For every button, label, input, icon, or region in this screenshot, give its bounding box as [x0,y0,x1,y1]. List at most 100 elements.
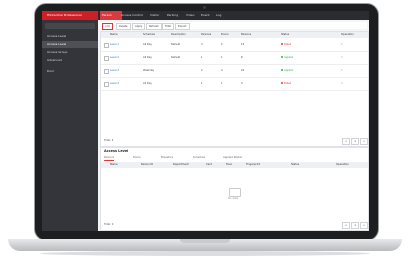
detail-col-status[interactable]: Status [291,162,299,168]
table-page-buttons: <1 > [341,138,369,145]
row-operation-edit-icon[interactable]: ✎ [341,56,343,59]
row-description: Default [171,43,181,46]
row-status: Applied [284,56,294,59]
row-devices: 3 [201,43,203,46]
status-dot-icon [281,43,283,45]
detail-col-fingerprint[interactable]: Fingerprint [246,162,260,168]
app-brand[interactable]: HikCentral Professional [42,11,98,20]
col-devices[interactable]: Devices [201,32,211,38]
refresh-button[interactable]: Refresh [146,23,162,30]
tab-person[interactable]: Person [100,11,122,20]
subtab-elevators[interactable]: Elevators [161,155,173,160]
pager-prev-button[interactable]: < [342,138,351,145]
filter-button[interactable]: Filter [162,23,175,30]
detail-col-person-id[interactable]: Person ID [141,162,153,168]
table-pager: Total: 4 [104,138,113,143]
subtab-doors[interactable]: Doors [133,155,141,160]
row-operation-edit-icon[interactable]: ✎ [341,82,343,85]
tab-access-control[interactable]: Access Control [121,11,147,20]
detail-pager-total: Total: 0 [104,223,114,226]
row-doors: 1 [221,56,223,59]
row-name[interactable]: Level 3 [110,69,119,72]
sidebar-item-access-level[interactable]: Access Level [42,33,98,40]
detail-pager: Total: 0 [104,222,113,227]
row-checkbox[interactable] [104,43,109,48]
row-doors: 4 [221,69,223,72]
row-operation-edit-icon[interactable]: ✎ [341,69,343,72]
sidebar-search-input[interactable] [45,23,95,29]
row-devices: 1 [201,82,203,85]
table-row[interactable]: Level 1 All Day Default 3 2 15 Failed ✎ [101,39,368,52]
sidebar-item-door[interactable]: Door [42,68,98,75]
row-schedule: All Day [143,82,152,85]
laptop-notch [180,239,230,243]
status-dot-icon [281,82,283,84]
app-screen: HikCentral Professional Person Access Co… [42,11,369,231]
tab-event[interactable]: Event [201,11,213,20]
row-schedule: Weekday [143,69,155,72]
col-persons[interactable]: Persons [241,32,251,38]
webcam-icon [203,6,206,9]
row-operation-edit-icon[interactable]: ✎ [341,43,343,46]
detail-pager-next-button[interactable]: > [359,222,369,229]
tab-video[interactable]: Video [186,11,198,20]
sidebar-item-advanced[interactable]: Advanced [42,57,98,64]
row-doors: 2 [221,43,223,46]
row-persons: 15 [241,43,245,46]
pager-total: Total: 4 [104,139,114,142]
table-header: Name Schedule Description Devices Doors … [101,32,368,38]
table-row[interactable]: Level 2 All Day Default 1 1 8 Applied ✎ [101,52,368,65]
col-name[interactable]: Name [110,32,118,38]
empty-text: No data. [228,197,240,200]
tab-parking[interactable]: Parking [167,11,183,20]
subtab-schedule[interactable]: Schedule [193,155,205,160]
status-badge: Failed [281,82,291,85]
status-badge: Failed [281,43,291,46]
pager-next-button[interactable]: > [359,138,369,145]
add-button[interactable]: Add [102,23,114,30]
row-status: Failed [284,82,292,85]
sidebar-item-access-group[interactable]: Access Group [42,49,98,56]
row-devices: 1 [201,56,203,59]
row-checkbox[interactable] [104,82,109,87]
row-name[interactable]: Level 4 [110,82,119,85]
sidebar: Access Level Access Level Access Group A… [42,20,98,231]
detail-col-operation[interactable]: Operation [336,162,349,168]
row-description: Default [171,56,181,59]
row-checkbox[interactable] [104,56,109,61]
table-row[interactable]: Level 3 Weekday 2 4 22 Applied ✎ [101,65,368,78]
row-name[interactable]: Level 2 [110,56,119,59]
detail-col-card[interactable]: Card [206,162,212,168]
subtab-applied-status[interactable]: Applied Status [223,155,242,160]
col-operation[interactable]: Operation [341,32,354,38]
row-devices: 2 [201,69,203,72]
detail-panel: Access Level Persons Doors Elevators Sch… [100,147,369,231]
col-description[interactable]: Description [171,32,186,38]
subtab-persons[interactable]: Persons [104,155,115,161]
export-button[interactable]: Export [175,23,190,30]
row-name[interactable]: Level 1 [110,43,119,46]
row-checkbox[interactable] [104,69,109,74]
row-schedule: All Day [143,56,152,59]
detail-col-department[interactable]: Department [173,162,189,168]
tab-log[interactable]: Log [216,11,226,20]
col-status[interactable]: Status [281,32,289,38]
col-doors[interactable]: Doors [221,32,229,38]
detail-pager-page-button[interactable]: 1 [351,222,359,229]
toolbar: Add Delete Apply Refresh Filter Export [100,22,367,30]
row-status: Applied [284,69,294,72]
detail-col-face[interactable]: Face [226,162,232,168]
delete-button[interactable]: Delete [116,23,131,30]
tab-visitor[interactable]: Visitor [150,11,164,20]
apply-button[interactable]: Apply [132,23,146,30]
row-status: Failed [284,43,292,46]
status-badge: Applied [281,69,293,72]
laptop-shadow [40,251,370,256]
table-row[interactable]: Level 4 All Day 1 1 3 Failed ✎ [101,78,368,91]
pager-page-button[interactable]: 1 [351,138,359,145]
status-dot-icon [281,69,283,71]
detail-col-name[interactable]: Name [110,162,118,168]
sidebar-item-access-level-selected[interactable]: Access Level [42,41,98,48]
col-schedule[interactable]: Schedule [143,32,155,38]
detail-pager-prev-button[interactable]: < [342,222,351,229]
